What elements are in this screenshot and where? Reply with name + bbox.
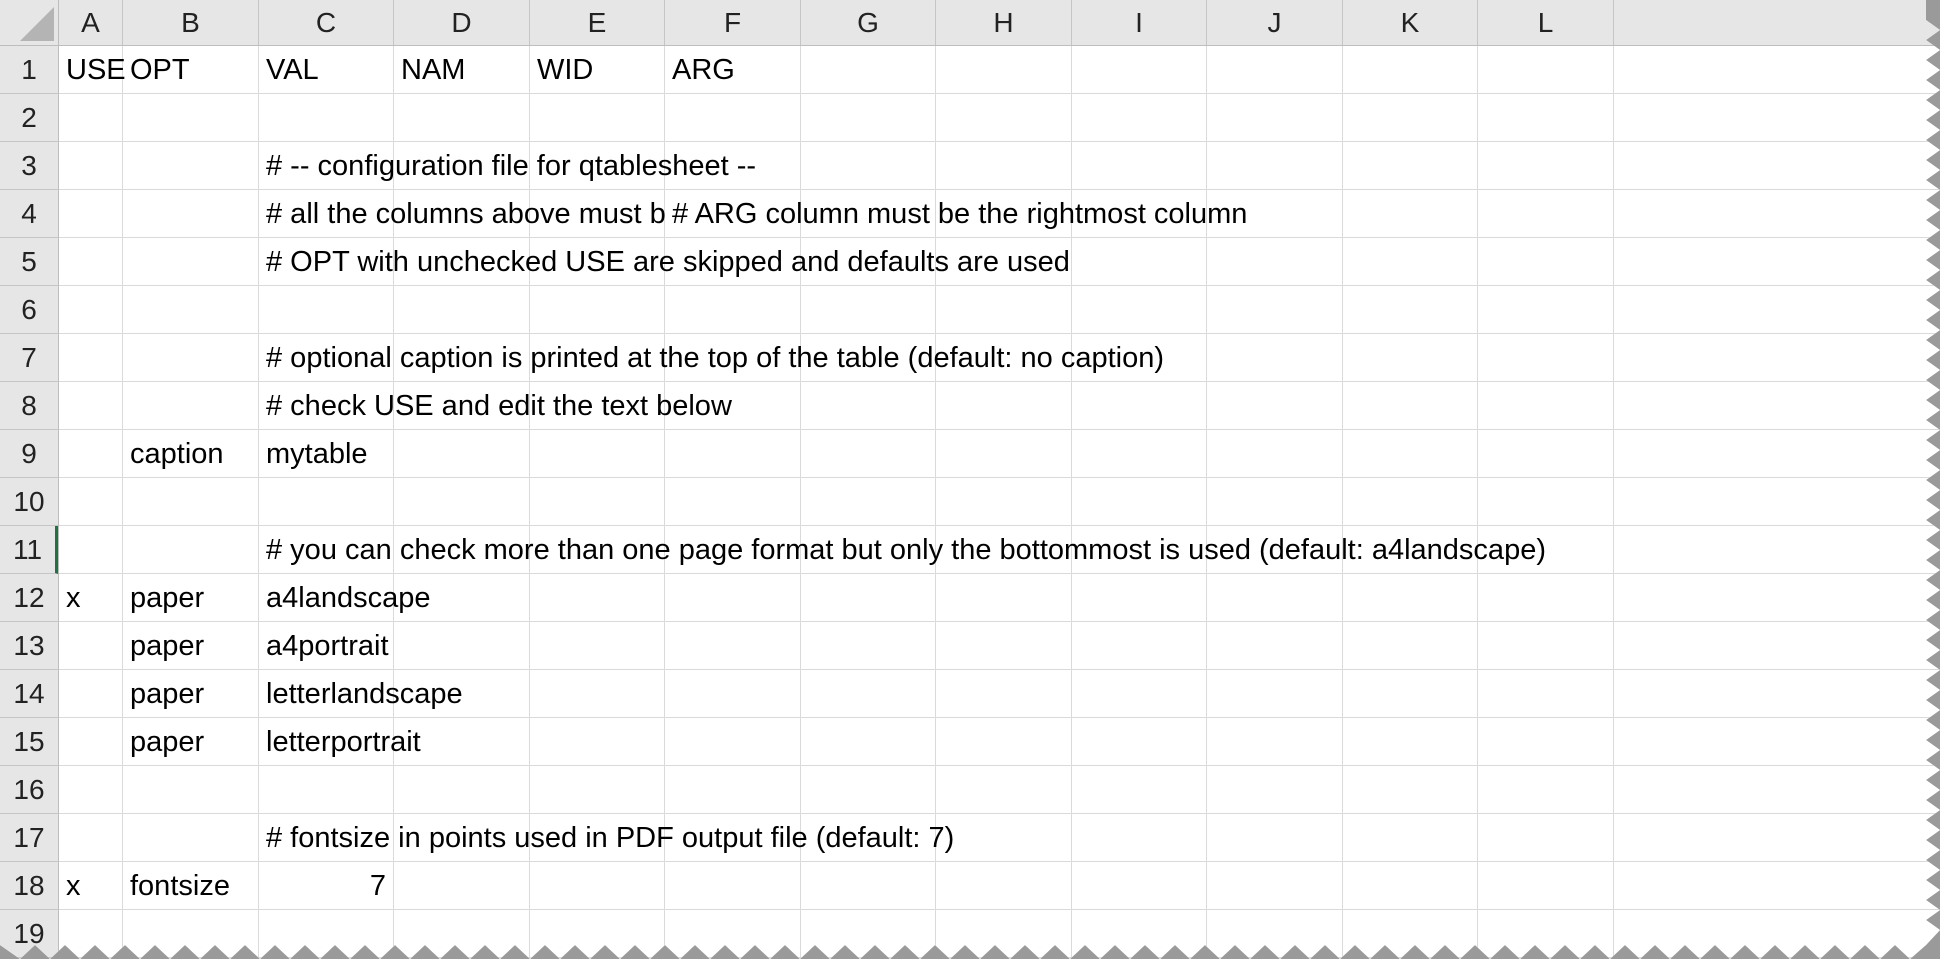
cell-c15[interactable]: letterportrait [259,718,421,766]
row-header-7[interactable]: 7 [0,334,58,382]
cell-e1[interactable]: WID [530,46,593,94]
cell-b1[interactable]: OPT [123,46,190,94]
cell-c14[interactable]: letterlandscape [259,670,463,718]
row-header-18[interactable]: 18 [0,862,58,910]
row-header-15[interactable]: 15 [0,718,58,766]
row-header-4[interactable]: 4 [0,190,58,238]
row-header-6[interactable]: 6 [0,286,58,334]
row-header-3[interactable]: 3 [0,142,58,190]
row-header-12[interactable]: 12 [0,574,58,622]
cell-f4[interactable]: # ARG column must be the rightmost colum… [665,190,1247,238]
cell-c5[interactable]: # OPT with unchecked USE are skipped and… [259,238,1070,286]
cell-b14[interactable]: paper [123,670,204,718]
cell-c8[interactable]: # check USE and edit the text below [259,382,732,430]
row-header-13[interactable]: 13 [0,622,58,670]
cell-c12[interactable]: a4landscape [259,574,430,622]
column-header-g[interactable]: G [801,0,936,45]
cell-c11[interactable]: # you can check more than one page forma… [259,526,1546,574]
cell-a18[interactable]: x [59,862,81,910]
cell-d1[interactable]: NAM [394,46,465,94]
cell-c17[interactable]: # fontsize in points used in PDF output … [259,814,954,862]
row-header-2[interactable]: 2 [0,94,58,142]
cell-a1[interactable]: USE [59,46,126,94]
row-header-5[interactable]: 5 [0,238,58,286]
cell-a12[interactable]: x [59,574,81,622]
cell-b15[interactable]: paper [123,718,204,766]
column-header-d[interactable]: D [394,0,530,45]
row-header-16[interactable]: 16 [0,766,58,814]
row-header-10[interactable]: 10 [0,478,58,526]
spreadsheet: A B C D E F G H I J K L 1 2 3 4 5 6 7 8 9 10 11 12 1… [0,0,1940,959]
column-header-l[interactable]: L [1478,0,1614,45]
column-header-c[interactable]: C [259,0,394,45]
row-header-19[interactable]: 19 [0,910,58,958]
column-header-e[interactable]: E [530,0,665,45]
row-header-17[interactable]: 17 [0,814,58,862]
column-header-f[interactable]: F [665,0,801,45]
cell-c9[interactable]: mytable [259,430,368,478]
cell-b13[interactable]: paper [123,622,204,670]
cell-grid[interactable]: USE OPT VAL NAM WID ARG # -- configuration fil… [59,46,1940,959]
cell-b12[interactable]: paper [123,574,204,622]
row-header-14[interactable]: 14 [0,670,58,718]
cell-b9[interactable]: caption [123,430,224,478]
cell-c3[interactable]: # -- configuration file for qtablesheet … [259,142,756,190]
column-header-k[interactable]: K [1343,0,1478,45]
row-header-9[interactable]: 9 [0,430,58,478]
cell-c18[interactable]: 7 [259,862,394,910]
select-all-button[interactable] [0,0,59,46]
column-header-i[interactable]: I [1072,0,1207,45]
cell-c1[interactable]: VAL [259,46,319,94]
column-header-h[interactable]: H [936,0,1072,45]
column-header-j[interactable]: J [1207,0,1343,45]
select-all-triangle-icon [20,7,54,41]
row-header-8[interactable]: 8 [0,382,58,430]
row-header-11[interactable]: 11 [0,526,58,574]
cell-c13[interactable]: a4portrait [259,622,389,670]
cell-c4[interactable]: # all the columns above must be a [259,190,665,238]
row-header-bar: 1 2 3 4 5 6 7 8 9 10 11 12 13 14 15 16 17 18 19 [0,46,59,959]
row-header-1[interactable]: 1 [0,46,58,94]
cell-f1[interactable]: ARG [665,46,735,94]
cell-c7[interactable]: # optional caption is printed at the top… [259,334,1164,382]
column-header-bar: A B C D E F G H I J K L [59,0,1940,46]
cell-b18[interactable]: fontsize [123,862,230,910]
column-header-a[interactable]: A [59,0,123,45]
column-header-b[interactable]: B [123,0,259,45]
